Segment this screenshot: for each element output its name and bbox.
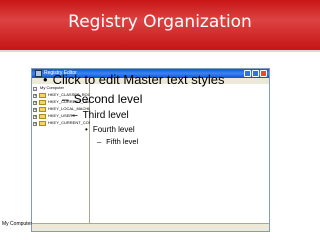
bullet-text: Third level [82,110,129,121]
bullet-text: Click to edit Master text styles [52,72,225,87]
bullet-dash-icon: – [97,137,102,146]
bullet-dot-icon: • [43,72,48,87]
bullet-level-4[interactable]: • Fourth level [85,125,135,134]
bullet-level-5[interactable]: – Fifth level [97,137,138,146]
content-placeholder: • Click to edit Master text styles – Secon… [0,0,320,240]
bullet-text: Fifth level [106,137,139,146]
bullet-text: Fourth level [92,125,135,134]
bullet-level-2[interactable]: – Second level [62,92,142,106]
bullet-level-3[interactable]: – Third level [72,110,129,121]
bullet-text: Second level [73,92,143,106]
bullet-dot-icon: • [85,125,88,134]
bullet-level-1[interactable]: • Click to edit Master text styles [43,72,225,87]
bullet-dash-icon: – [72,110,78,121]
bullet-dash-icon: – [62,92,69,106]
